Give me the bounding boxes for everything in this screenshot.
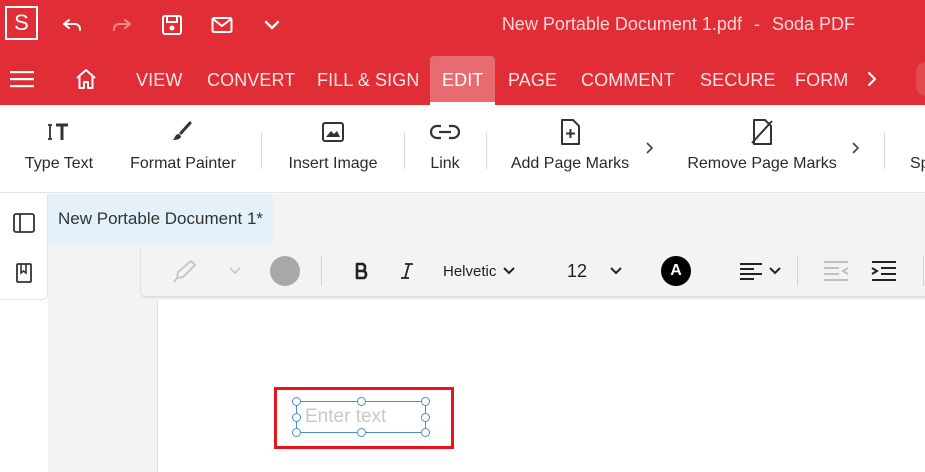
save-icon[interactable] — [158, 12, 186, 38]
resize-handle[interactable] — [292, 428, 301, 437]
remove-page-marks-label: Remove Page Marks — [687, 155, 837, 172]
bold-icon[interactable] — [351, 257, 373, 285]
document-area: New Portable Document 1* Helvetic 12 A — [48, 194, 925, 472]
resize-handle[interactable] — [357, 428, 366, 437]
add-page-marks-label: Add Page Marks — [510, 155, 630, 172]
undo-icon[interactable] — [58, 12, 86, 38]
window-title: New Portable Document 1.pdf - Soda PDF — [502, 14, 855, 35]
tab-page[interactable]: PAGE — [508, 56, 557, 105]
hamburger-menu-icon[interactable] — [8, 64, 36, 94]
toolbar-divider — [923, 256, 924, 286]
indent-icon[interactable] — [869, 257, 899, 285]
font-family-select[interactable]: Helvetic — [443, 257, 516, 285]
ribbon-divider — [486, 133, 487, 169]
chevron-right-icon[interactable] — [862, 66, 882, 92]
app-name: Soda PDF — [771, 14, 855, 34]
pdf-page[interactable] — [157, 300, 925, 472]
resize-handle[interactable] — [292, 413, 301, 422]
align-left-icon[interactable] — [735, 257, 785, 285]
resize-handle[interactable] — [357, 397, 366, 406]
link-icon — [429, 117, 461, 147]
font-family-value: Helvetic — [443, 262, 497, 280]
soda-pdf-window: S New Portable Document 1.pdf - Soda PDF V… — [0, 0, 925, 472]
toolbar-divider — [321, 256, 322, 286]
text-box-input[interactable] — [305, 406, 415, 428]
tab-edit[interactable]: EDIT — [430, 56, 496, 105]
font-size-select[interactable]: 12 — [567, 257, 623, 285]
tab-view[interactable]: VIEW — [136, 56, 182, 105]
chevron-down-icon[interactable] — [227, 257, 243, 285]
app-logo-letter: S — [14, 10, 29, 35]
remove-page-icon — [749, 117, 775, 147]
tab-comment[interactable]: COMMENT — [581, 56, 675, 105]
ribbon-divider — [261, 133, 262, 169]
add-page-marks-button[interactable]: Add Page Marks — [511, 105, 629, 193]
chevron-right-icon[interactable] — [849, 141, 861, 155]
title-bar: S New Portable Document 1.pdf - Soda PDF — [0, 0, 925, 52]
bookmark-icon[interactable] — [11, 260, 37, 286]
brush-icon — [170, 117, 196, 147]
chevron-down-icon — [610, 267, 622, 275]
tab-fill-sign[interactable]: FILL & SIGN — [317, 56, 419, 105]
search-pill[interactable] — [916, 62, 925, 96]
ribbon-divider — [404, 133, 405, 169]
ribbon-divider — [884, 133, 885, 169]
redo-icon[interactable] — [108, 12, 136, 38]
document-filename: New Portable Document 1.pdf — [501, 14, 742, 34]
link-label: Link — [430, 155, 460, 172]
font-color-button[interactable]: A — [661, 256, 691, 286]
chevron-right-icon[interactable] — [643, 141, 655, 155]
italic-icon[interactable] — [397, 257, 417, 285]
split-button[interactable]: Sp — [910, 105, 925, 193]
left-sidebar — [0, 194, 48, 300]
tab-convert[interactable]: CONVERT — [207, 56, 295, 105]
font-color-letter: A — [661, 256, 691, 286]
tab-form[interactable]: FORM — [795, 56, 848, 105]
resize-handle[interactable] — [292, 397, 301, 406]
menu-bar: VIEW CONVERT FILL & SIGN EDIT PAGE COMME… — [0, 52, 925, 105]
edit-ribbon: Type Text Format Painter Insert Image Li… — [0, 105, 925, 193]
add-page-icon — [558, 117, 582, 147]
highlight-pen-icon[interactable] — [169, 257, 201, 285]
document-tab[interactable]: New Portable Document 1* — [48, 194, 274, 244]
split-icon — [910, 117, 925, 147]
chevron-down-icon — [503, 267, 516, 275]
resize-handle[interactable] — [421, 413, 430, 422]
insert-image-label: Insert Image — [288, 155, 378, 172]
type-text-icon — [46, 117, 72, 147]
chevron-down-icon[interactable] — [258, 12, 286, 38]
resize-handle[interactable] — [421, 397, 430, 406]
title-separator: - — [753, 14, 760, 34]
font-size-value: 12 — [567, 260, 588, 281]
chevron-down-icon — [769, 267, 781, 275]
insert-image-button[interactable]: Insert Image — [288, 105, 378, 193]
toolbar-divider — [797, 256, 798, 286]
text-format-toolbar: Helvetic 12 A — [140, 244, 925, 298]
fill-color-swatch[interactable] — [269, 256, 301, 286]
image-icon — [320, 117, 346, 147]
resize-handle[interactable] — [421, 428, 430, 437]
text-box[interactable] — [292, 397, 430, 437]
remove-page-marks-button[interactable]: Remove Page Marks — [687, 105, 837, 193]
home-icon[interactable] — [72, 64, 100, 94]
mail-icon[interactable] — [208, 12, 236, 38]
panel-toggle-icon[interactable] — [11, 210, 37, 236]
split-label: Sp — [910, 155, 925, 172]
type-text-label: Type Text — [24, 155, 94, 172]
document-tab-title: New Portable Document 1* — [58, 209, 264, 228]
app-logo[interactable]: S — [5, 6, 38, 40]
format-painter-button[interactable]: Format Painter — [129, 105, 237, 193]
outdent-icon[interactable] — [821, 257, 851, 285]
format-painter-label: Format Painter — [130, 155, 236, 172]
link-button[interactable]: Link — [424, 105, 466, 193]
type-text-button[interactable]: Type Text — [24, 105, 94, 193]
tab-secure[interactable]: SECURE — [700, 56, 776, 105]
